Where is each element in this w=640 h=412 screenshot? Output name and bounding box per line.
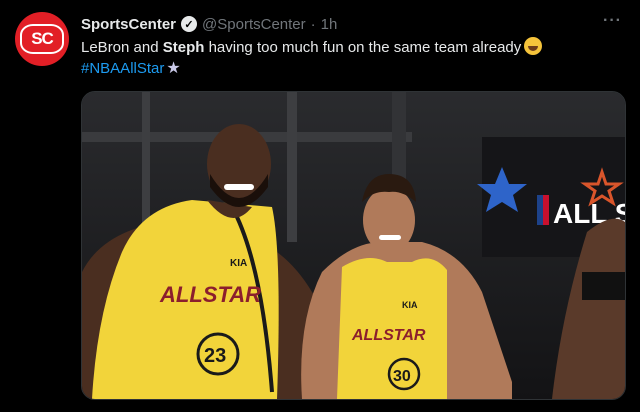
tweet-text: LeBron and Steph having too much fun on … <box>81 37 621 79</box>
timestamp[interactable]: 1h <box>321 16 338 33</box>
wristband <box>582 272 625 300</box>
tweet-text-part2: having too much fun on the same team alr… <box>204 39 522 56</box>
jersey-left-sponsor: KIA <box>230 258 247 269</box>
jersey-left-number: 23 <box>204 345 226 367</box>
avatar-logo-text: SC <box>31 29 54 48</box>
media-photo: ALL S ALLSTAR KIA 23 <box>82 92 625 399</box>
hashtag-link[interactable]: #NBAAllStar <box>81 60 164 77</box>
star-emoji-icon: ★ <box>166 60 181 77</box>
arena-pillar <box>287 92 297 242</box>
sportscenter-logo-icon: SC <box>20 24 64 54</box>
account-handle[interactable]: @SportsCenter <box>202 16 306 33</box>
more-options-icon[interactable]: ··· <box>603 12 622 30</box>
tweet-text-bold: Steph <box>162 39 205 56</box>
jersey-right-number: 30 <box>393 368 411 385</box>
tweet[interactable]: SC SportsCenter ✓ @SportsCenter · 1h ···… <box>0 0 640 412</box>
grinning-emoji-icon <box>524 37 543 55</box>
jersey-left-text: ALLSTAR <box>159 282 261 307</box>
separator-dot: · <box>310 15 316 33</box>
player-right-head <box>363 187 415 253</box>
account-name[interactable]: SportsCenter <box>81 16 176 33</box>
tweet-text-part1: LeBron and <box>81 39 163 56</box>
jersey-right-sponsor: KIA <box>402 300 418 310</box>
tweet-media-image[interactable]: ALL S ALLSTAR KIA 23 <box>81 91 626 400</box>
jersey-right-text: ALLSTAR <box>351 327 426 344</box>
verified-badge-icon: ✓ <box>181 16 198 32</box>
tweet-header: SportsCenter ✓ @SportsCenter · 1h <box>81 14 337 34</box>
avatar[interactable]: SC <box>15 12 69 66</box>
